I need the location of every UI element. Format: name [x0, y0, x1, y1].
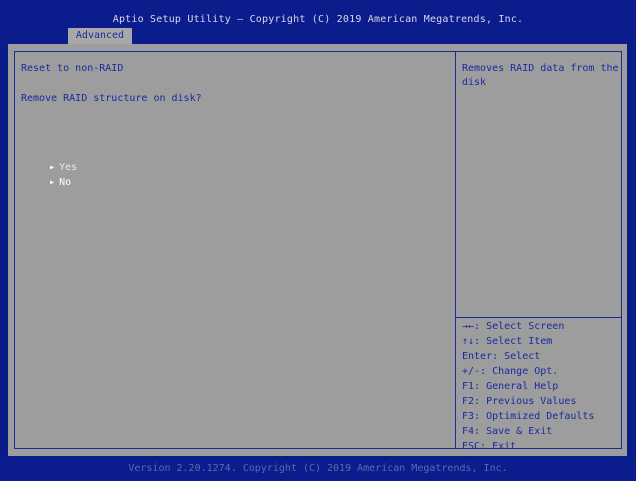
help-divider: [456, 317, 621, 318]
footer-bar: Version 2.20.1274. Copyright (C) 2019 Am…: [0, 460, 636, 481]
key-hint-optimized-defaults: F3: Optimized Defaults: [462, 411, 595, 422]
key-hint-select-item: ↑↓: Select Item: [462, 336, 553, 347]
version-text: Version 2.20.1274. Copyright (C) 2019 Am…: [128, 463, 508, 474]
key-hint-save-exit: F4: Save & Exit: [462, 426, 553, 437]
title-bar: Aptio Setup Utility – Copyright (C) 2019…: [0, 0, 636, 44]
option-no[interactable]: ▸ No: [13, 166, 71, 199]
key-hint-exit: ESC: Exit: [462, 441, 517, 452]
page-heading: Reset to non-RAID: [21, 63, 124, 74]
help-description-line2: disk: [462, 77, 487, 88]
tab-advanced[interactable]: Advanced: [68, 28, 132, 44]
app-title: Aptio Setup Utility – Copyright (C) 2019…: [112, 14, 524, 25]
vertical-divider: [455, 52, 456, 448]
help-description-line1: Removes RAID data from the: [462, 63, 619, 74]
right-arrow-icon: ▸: [49, 177, 56, 188]
key-hint-general-help: F1: General Help: [462, 381, 559, 392]
content-frame: Reset to non-RAID Remove RAID structure …: [13, 51, 622, 452]
key-hint-previous-values: F2: Previous Values: [462, 396, 577, 407]
confirm-question: Remove RAID structure on disk?: [21, 93, 202, 104]
option-no-label: No: [59, 177, 72, 188]
key-hint-select-screen: →←: Select Screen: [462, 321, 565, 332]
key-hint-enter: Enter: Select: [462, 351, 541, 362]
key-hint-change-opt: +/-: Change Opt.: [462, 366, 559, 377]
main-panel: Reset to non-RAID Remove RAID structure …: [8, 44, 627, 456]
